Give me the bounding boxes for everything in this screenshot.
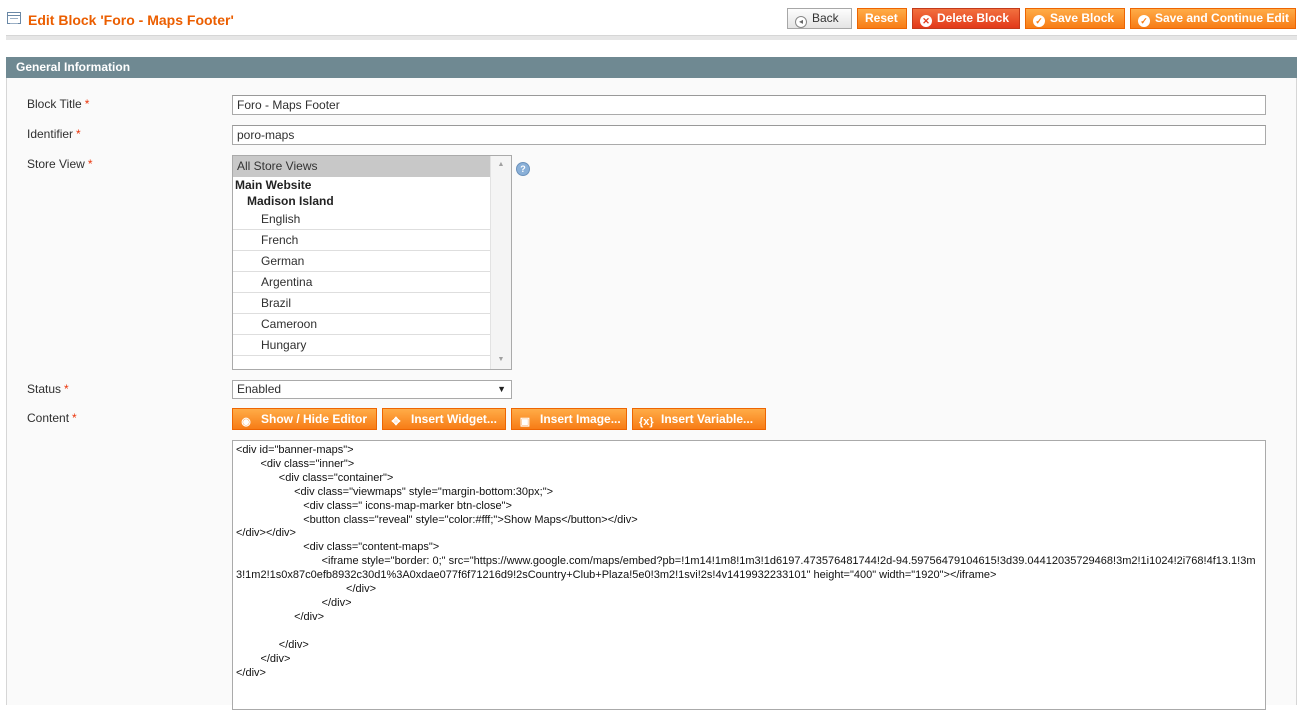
store-view-option[interactable]: Hungary <box>233 335 491 356</box>
delete-icon: ✕ <box>920 15 932 27</box>
page-title: Edit Block 'Foro - Maps Footer' <box>28 12 234 28</box>
cms-block-icon <box>7 12 21 24</box>
save-block-button[interactable]: ✓ Save Block <box>1025 8 1125 29</box>
image-icon: ▣ <box>519 416 531 428</box>
block-title-label: Block Title * <box>27 97 90 111</box>
insert-widget-button[interactable]: ✥ Insert Widget... <box>382 408 506 430</box>
variable-icon: {x} <box>639 416 654 428</box>
checkmark-icon: ✓ <box>1138 15 1150 27</box>
status-select[interactable]: Enabled ▼ <box>232 380 512 399</box>
header-divider <box>6 35 1297 40</box>
delete-block-button[interactable]: ✕ Delete Block <box>912 8 1020 29</box>
store-view-option[interactable]: German <box>233 251 491 272</box>
show-hide-editor-button[interactable]: ◉ Show / Hide Editor <box>232 408 377 430</box>
identifier-input[interactable] <box>232 125 1266 145</box>
back-arrow-icon: ◂ <box>795 16 807 28</box>
store-view-option[interactable]: Brazil <box>233 293 491 314</box>
store-view-scrollbar[interactable]: ▲ ▼ <box>490 156 511 369</box>
scroll-up-icon[interactable]: ▲ <box>491 158 511 172</box>
content-label: Content * <box>27 411 77 425</box>
content-textarea[interactable]: <div id="banner-maps"> <div class="inner… <box>232 440 1266 710</box>
checkmark-icon: ✓ <box>1033 15 1045 27</box>
page-header: Edit Block 'Foro - Maps Footer' ◂ Back Re… <box>0 0 1303 40</box>
store-view-multiselect[interactable]: All Store Views Main Website Madison Isl… <box>232 155 512 370</box>
eye-icon: ◉ <box>241 416 251 428</box>
chevron-down-icon: ▼ <box>497 384 506 394</box>
section-header: General Information <box>6 57 1297 78</box>
back-button[interactable]: ◂ Back <box>787 8 852 29</box>
reset-button[interactable]: Reset <box>857 8 907 29</box>
insert-variable-button[interactable]: {x} Insert Variable... <box>632 408 766 430</box>
save-and-continue-button[interactable]: ✓ Save and Continue Edit <box>1130 8 1296 29</box>
store-view-option-all[interactable]: All Store Views <box>233 156 491 177</box>
store-view-option[interactable]: English <box>233 209 491 230</box>
store-view-option[interactable]: French <box>233 230 491 251</box>
store-view-group-website: Main Website <box>235 178 312 192</box>
store-view-option[interactable]: Argentina <box>233 272 491 293</box>
store-view-group-store: Madison Island <box>247 194 334 208</box>
identifier-label: Identifier * <box>27 127 81 141</box>
block-title-input[interactable] <box>232 95 1266 115</box>
scroll-down-icon[interactable]: ▼ <box>491 353 511 367</box>
help-icon[interactable]: ? <box>516 162 530 176</box>
store-view-option[interactable]: Cameroon <box>233 314 491 335</box>
status-label: Status * <box>27 382 69 396</box>
widget-icon: ✥ <box>391 416 401 428</box>
store-view-label: Store View * <box>27 157 93 171</box>
insert-image-button[interactable]: ▣ Insert Image... <box>511 408 627 430</box>
